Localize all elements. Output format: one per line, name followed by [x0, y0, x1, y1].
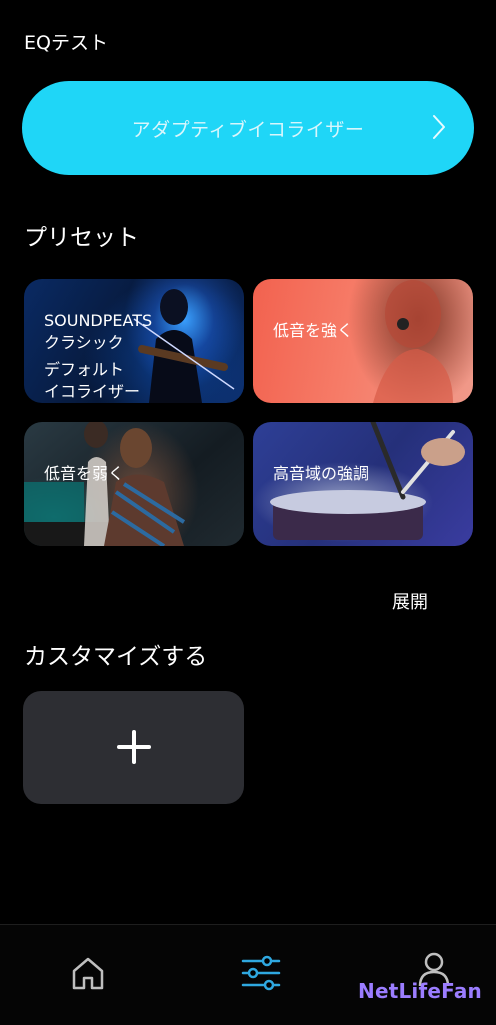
page-title: EQテスト [24, 32, 108, 54]
add-custom-eq-button[interactable] [23, 691, 244, 804]
preset-name: 高音域の強調 [273, 464, 370, 483]
bottom-nav [0, 924, 496, 1025]
preset-card-bass-reduce[interactable]: 低音を弱く [24, 422, 244, 546]
customize-section-title: カスタマイズする [24, 644, 208, 670]
preset-name: 低音を弱く [44, 464, 125, 483]
presets-section-title: プリセット [24, 225, 139, 251]
preset-card-classic[interactable]: SOUNDPEATS クラシック デフォルト イコライザー [24, 279, 244, 403]
home-icon[interactable] [70, 955, 106, 991]
preset-name: 低音を強く [273, 321, 354, 340]
adaptive-equalizer-button[interactable]: アダプティブイコライザー [22, 81, 474, 175]
preset-name: クラシック [44, 332, 124, 352]
preset-card-treble-boost[interactable]: 高音域の強調 [253, 422, 473, 546]
expand-presets-link[interactable]: 展開 [392, 588, 428, 614]
chevron-right-icon [433, 115, 445, 139]
equalizer-icon[interactable] [241, 953, 281, 993]
watermark: NetLifeFan [358, 979, 482, 1003]
preset-sub1: デフォルト [44, 360, 125, 380]
preset-sub2: イコライザー [44, 381, 141, 401]
adaptive-equalizer-label: アダプティブイコライザー [131, 118, 365, 141]
preset-card-bass-boost[interactable]: 低音を強く [253, 279, 473, 403]
preset-brand: SOUNDPEATS [44, 311, 153, 330]
